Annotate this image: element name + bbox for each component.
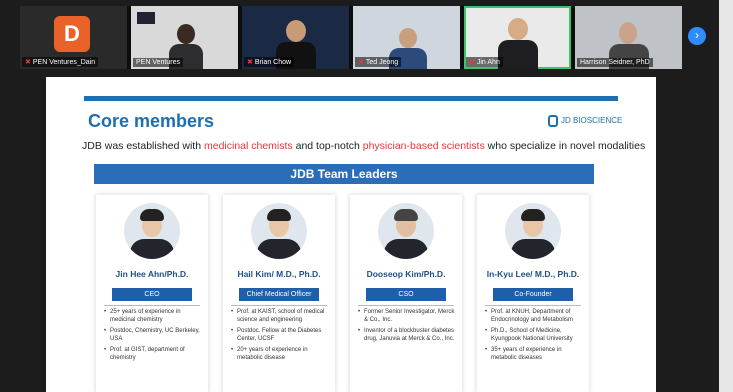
person-figure bbox=[508, 18, 528, 40]
leader-role-badge: CEO bbox=[112, 288, 192, 301]
muted-mic-icon: ✖ bbox=[469, 59, 475, 66]
participant-label: Harrison Seidner, PhD bbox=[577, 58, 653, 67]
muted-mic-icon: ✖ bbox=[358, 59, 364, 66]
leader-bullets: Prof. at KAIST, school of medical scienc… bbox=[231, 309, 329, 366]
next-page-button[interactable]: › bbox=[688, 27, 706, 45]
muted-mic-icon: ✖ bbox=[247, 59, 253, 66]
leader-name: Jin Hee Ahn/Ph.D. bbox=[115, 269, 189, 279]
bullet-item: Prof. at KAIST, school of medical scienc… bbox=[231, 309, 329, 324]
bullet-item: 20+ years of experience in metabolic dis… bbox=[231, 347, 329, 362]
leader-photo bbox=[378, 203, 434, 259]
participant-label: ✖ Brian Chow bbox=[244, 57, 295, 67]
divider bbox=[358, 305, 454, 306]
participant-tile-pen-ventures-dain[interactable]: D ✖ PEN Ventures_Dain bbox=[20, 6, 127, 69]
wall-screen bbox=[137, 12, 155, 24]
leader-role-badge: Chief Medical Officer bbox=[239, 288, 319, 301]
leader-card: Dooseop Kim/Ph.D. CSO Former Senior Inve… bbox=[350, 195, 462, 392]
divider bbox=[104, 305, 200, 306]
muted-mic-icon: ✖ bbox=[25, 59, 31, 66]
leader-photo bbox=[124, 203, 180, 259]
participant-avatar: D bbox=[54, 16, 90, 52]
participant-label: PEN Ventures bbox=[133, 58, 183, 67]
participant-tile-ted-jeong[interactable]: ✖ Ted Jeong bbox=[353, 6, 460, 69]
leader-role-badge: Co-Founder bbox=[493, 288, 573, 301]
leader-role-badge: CSO bbox=[366, 288, 446, 301]
participant-tile-harrison-seidner[interactable]: Harrison Seidner, PhD bbox=[575, 6, 682, 69]
leader-photo bbox=[505, 203, 561, 259]
person-figure bbox=[177, 24, 195, 44]
leader-bullets: Former Senior Investigator, Merck & Co.,… bbox=[358, 309, 456, 347]
bullet-item: 25+ years of experience in medicinal che… bbox=[104, 309, 202, 324]
logo-icon bbox=[548, 115, 558, 127]
leader-name: Hail Kim/ M.D., Ph.D. bbox=[237, 269, 321, 279]
leader-bullets: Prof. at KNUH, Department of Endocrinolo… bbox=[485, 309, 583, 366]
bullet-item: Postdoc. Fellow at the Diabetes Center, … bbox=[231, 328, 329, 343]
leader-name: Dooseop Kim/Ph.D. bbox=[366, 269, 446, 279]
bullet-item: Inventor of a blockbuster diabetes drug,… bbox=[358, 328, 456, 343]
participant-tile-brian-chow[interactable]: ✖ Brian Chow bbox=[242, 6, 349, 69]
participant-tile-jin-ahn[interactable]: ✖ Jin Ahn bbox=[464, 6, 571, 69]
bullet-item: Prof. at KNUH, Department of Endocrinolo… bbox=[485, 309, 583, 324]
person-figure bbox=[399, 28, 417, 48]
leader-name: In-Kyu Lee/ M.D., Ph.D. bbox=[486, 269, 580, 279]
divider bbox=[231, 305, 327, 306]
bullet-item: Postdoc, Chemistry, UC Berkeley, USA bbox=[104, 328, 202, 343]
participant-label: ✖ Ted Jeong bbox=[355, 57, 402, 67]
person-figure bbox=[619, 22, 637, 44]
intro-text: JDB was established with medicinal chemi… bbox=[82, 140, 646, 152]
bullet-item: Ph.D., School of Medicine, Kyungpook Nat… bbox=[485, 328, 583, 343]
company-logo: JD BIOSCIENCE bbox=[548, 115, 622, 127]
slide-top-rule bbox=[84, 96, 618, 101]
leader-card: In-Kyu Lee/ M.D., Ph.D. Co-Founder Prof.… bbox=[477, 195, 589, 392]
bullet-item: Former Senior Investigator, Merck & Co.,… bbox=[358, 309, 456, 324]
participant-tile-pen-ventures[interactable]: PEN Ventures bbox=[131, 6, 238, 69]
leader-card: Hail Kim/ M.D., Ph.D. Chief Medical Offi… bbox=[223, 195, 335, 392]
window-edge bbox=[719, 0, 733, 392]
divider bbox=[485, 305, 581, 306]
bullet-item: Prof. at GIST, department of chemistry bbox=[104, 347, 202, 362]
participant-strip: D ✖ PEN Ventures_Dain PEN Ventures ✖ Brian… bbox=[20, 6, 682, 69]
leader-card: Jin Hee Ahn/Ph.D. CEO 25+ years of exper… bbox=[96, 195, 208, 392]
leader-bullets: 25+ years of experience in medicinal che… bbox=[104, 309, 202, 366]
shared-slide: Core members JD BIOSCIENCE JDB was estab… bbox=[46, 77, 656, 392]
team-leaders-band: JDB Team Leaders bbox=[94, 164, 594, 184]
person-figure bbox=[286, 20, 306, 42]
participant-label: ✖ Jin Ahn bbox=[466, 57, 503, 67]
leader-photo bbox=[251, 203, 307, 259]
slide-title: Core members bbox=[88, 111, 215, 131]
bullet-item: 35+ years of experience in metabolic dis… bbox=[485, 347, 583, 362]
participant-label: ✖ PEN Ventures_Dain bbox=[22, 57, 99, 67]
